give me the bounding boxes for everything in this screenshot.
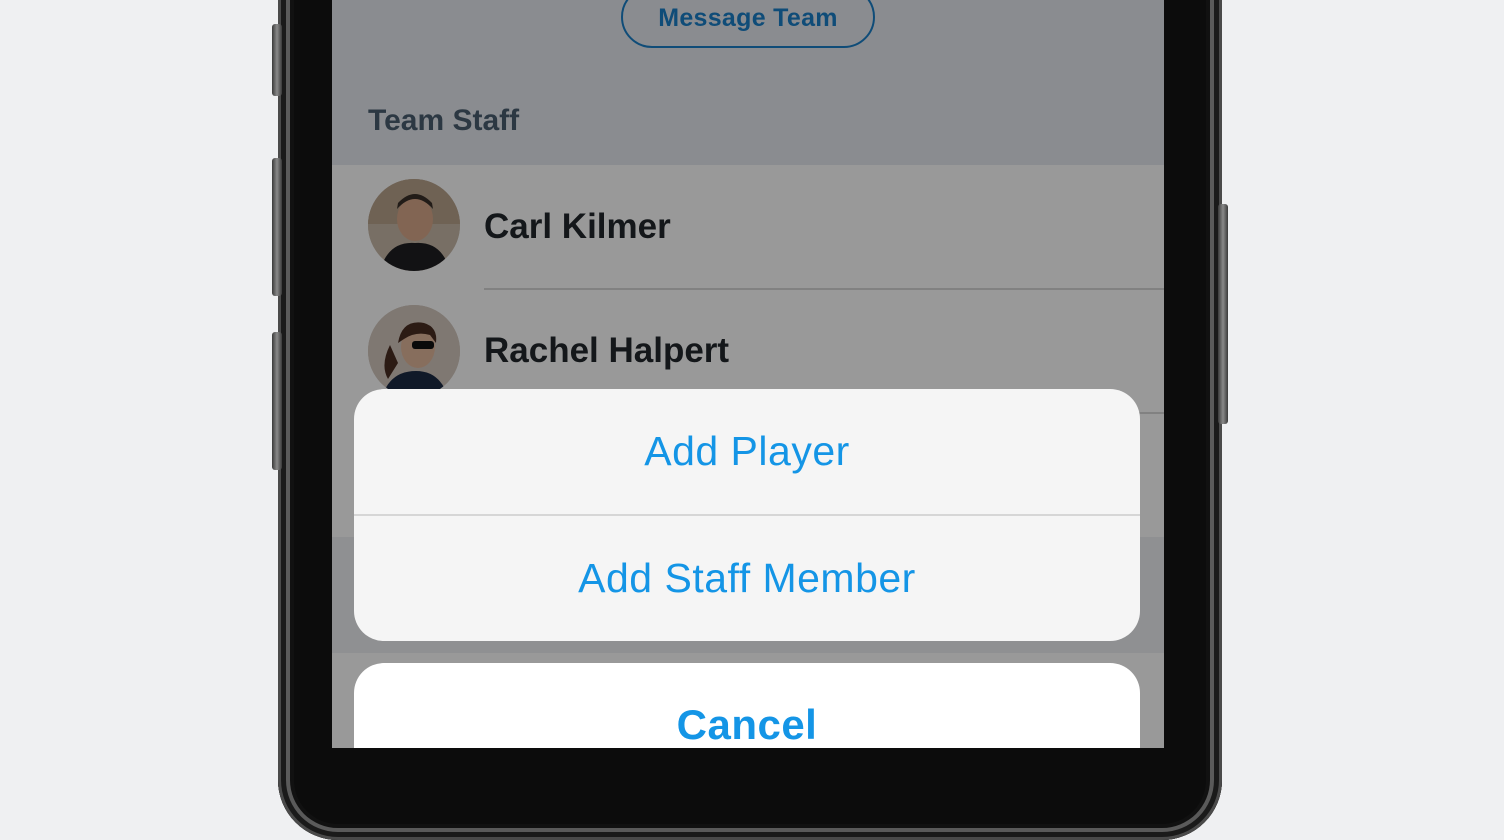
- mute-switch: [272, 24, 282, 96]
- volume-up-button: [272, 158, 282, 296]
- add-staff-member-button[interactable]: Add Staff Member: [354, 516, 1140, 641]
- power-button: [1218, 204, 1228, 424]
- phone-screen: Message Team Team Staff Carl Kilmer Rach…: [332, 0, 1164, 748]
- add-player-button[interactable]: Add Player: [354, 389, 1140, 514]
- action-sheet: Add Player Add Staff Member: [354, 389, 1140, 641]
- volume-down-button: [272, 332, 282, 470]
- cancel-button[interactable]: Cancel: [354, 663, 1140, 748]
